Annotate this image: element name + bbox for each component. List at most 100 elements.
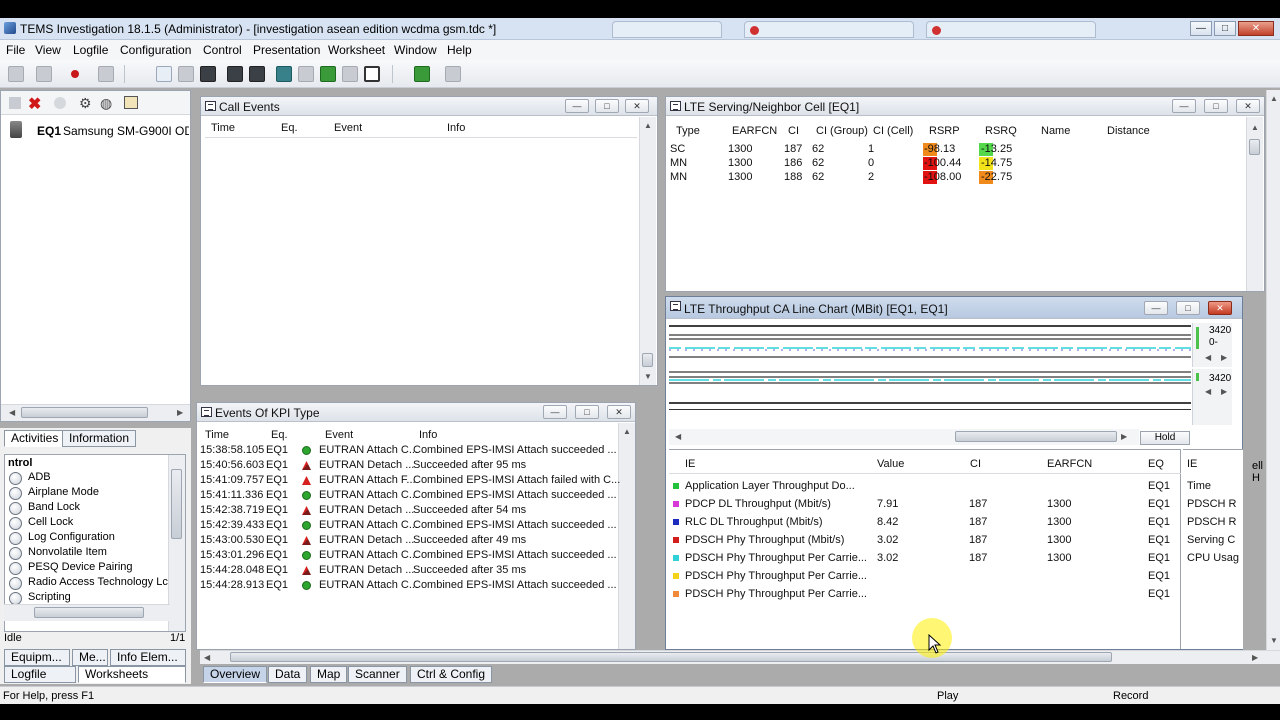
activity-item[interactable]: Log Configuration — [28, 531, 115, 543]
scroll-right-arrow[interactable]: ▶ — [1252, 653, 1258, 662]
col-info[interactable]: Info — [419, 429, 437, 441]
call-events-vscroll[interactable]: ▲ ▼ — [639, 117, 656, 385]
kpi-events-vscroll[interactable]: ▲ — [618, 423, 635, 649]
tab-overview[interactable]: Overview — [203, 666, 268, 683]
col-name[interactable]: Name — [1041, 125, 1070, 137]
excel-export-icon[interactable] — [414, 66, 430, 82]
properties-icon[interactable] — [124, 96, 138, 109]
col-earfcn[interactable]: EARFCN — [1047, 458, 1092, 470]
tab-data[interactable]: Data — [268, 666, 308, 683]
legend-right-arrow[interactable]: ▶ — [1221, 353, 1227, 362]
menu-control[interactable]: Control — [203, 43, 242, 57]
menu-view[interactable]: View — [35, 43, 61, 57]
col-type[interactable]: Type — [676, 125, 700, 137]
gear-icon[interactable]: ⚙ — [79, 95, 92, 112]
menu-worksheet[interactable]: Worksheet — [328, 43, 385, 57]
export-icon[interactable] — [98, 66, 114, 82]
minimize-button[interactable]: — — [1190, 21, 1212, 36]
activity-radio-icon[interactable] — [9, 562, 22, 575]
activity-item[interactable]: Radio Access Technology Lc — [28, 576, 168, 588]
menu-help[interactable]: Help — [447, 43, 472, 57]
col-time[interactable]: Time — [205, 429, 229, 441]
disconnect-icon[interactable]: ✖ — [28, 94, 41, 114]
scroll-up-arrow[interactable]: ▲ — [1270, 94, 1278, 103]
menu-file[interactable]: File — [6, 43, 25, 57]
scroll-left-arrow[interactable]: ◀ — [204, 653, 210, 662]
activity-radio-icon[interactable] — [9, 532, 22, 545]
close-button[interactable]: ✕ — [607, 405, 631, 419]
tab-scanner[interactable]: Scanner — [348, 666, 407, 683]
scroll-thumb[interactable] — [642, 353, 653, 367]
scroll-down-arrow[interactable]: ▼ — [1270, 636, 1278, 645]
col-ci-cell[interactable]: CI (Cell) — [873, 125, 913, 137]
green-panel-icon[interactable] — [320, 66, 336, 82]
save-icon[interactable] — [200, 66, 216, 82]
activities-hscroll[interactable] — [4, 604, 170, 621]
col-ie[interactable]: IE — [685, 458, 695, 470]
menu-presentation[interactable]: Presentation — [253, 43, 320, 57]
legend-right-arrow[interactable]: ▶ — [1221, 387, 1227, 396]
activity-item[interactable]: Scripting — [28, 591, 71, 603]
hold-button[interactable]: Hold — [1140, 431, 1190, 445]
col-distance[interactable]: Distance — [1107, 125, 1150, 137]
refresh-icon[interactable] — [54, 97, 66, 109]
open-worksheet-icon[interactable] — [178, 66, 194, 82]
activity-item[interactable]: Cell Lock — [28, 516, 73, 528]
activity-item[interactable]: ADB — [28, 471, 51, 483]
scroll-thumb[interactable] — [171, 469, 182, 539]
activity-item[interactable]: Airplane Mode — [28, 486, 99, 498]
scroll-thumb[interactable] — [955, 431, 1117, 442]
scroll-thumb[interactable] — [230, 652, 1112, 662]
menu-configuration[interactable]: Configuration — [120, 43, 191, 57]
activity-radio-icon[interactable] — [9, 472, 22, 485]
tab-ctrl-config[interactable]: Ctrl & Config — [410, 666, 493, 683]
activity-radio-icon[interactable] — [9, 502, 22, 515]
background-tab[interactable] — [926, 21, 1096, 38]
scroll-up-arrow[interactable]: ▲ — [623, 427, 631, 436]
activity-radio-icon[interactable] — [9, 577, 22, 590]
minimize-button[interactable]: — — [1144, 301, 1168, 315]
col-rsrp[interactable]: RSRP — [929, 125, 960, 137]
maximize-button[interactable]: □ — [575, 405, 599, 419]
col-ci[interactable]: CI — [788, 125, 799, 137]
play-icon[interactable] — [36, 66, 52, 82]
tab-logfile[interactable]: Logfile — [4, 666, 76, 683]
scroll-left-arrow[interactable]: ◀ — [675, 432, 681, 441]
workspace-hscroll[interactable]: ◀ ▶ — [200, 650, 1280, 664]
col-value[interactable]: Value — [877, 458, 904, 470]
tab-menu[interactable]: Me... — [72, 649, 108, 666]
print-icon[interactable] — [227, 66, 243, 82]
maximize-button[interactable]: □ — [595, 99, 619, 113]
background-tab[interactable] — [612, 21, 722, 38]
tab-worksheets[interactable]: Worksheets — [78, 666, 186, 683]
refresh-globe-icon[interactable] — [298, 66, 314, 82]
scroll-thumb[interactable] — [1249, 139, 1260, 155]
legend-left-arrow[interactable]: ◀ — [1205, 353, 1211, 362]
settings-icon[interactable] — [342, 66, 358, 82]
col-rsrq[interactable]: RSRQ — [985, 125, 1017, 137]
activities-vscroll[interactable] — [168, 455, 185, 631]
scroll-up-arrow[interactable]: ▲ — [644, 121, 652, 130]
close-button[interactable]: ✕ — [625, 99, 649, 113]
scroll-up-arrow[interactable]: ▲ — [1251, 123, 1259, 132]
maximize-button[interactable]: □ — [1204, 99, 1228, 113]
col-ie-side[interactable]: IE — [1187, 458, 1197, 470]
scroll-right-arrow[interactable]: ▶ — [1121, 432, 1127, 441]
col-info[interactable]: Info — [447, 122, 465, 134]
maximize-button[interactable]: □ — [1176, 301, 1200, 315]
col-eq[interactable]: Eq. — [281, 122, 298, 134]
tab-activities[interactable]: Activities — [4, 430, 66, 447]
col-eq[interactable]: EQ — [1148, 458, 1164, 470]
open-folder-icon[interactable] — [8, 66, 24, 82]
menu-logfile[interactable]: Logfile — [73, 43, 108, 57]
scroll-thumb[interactable] — [34, 607, 144, 618]
minimize-button[interactable]: — — [1172, 99, 1196, 113]
minimize-button[interactable]: — — [543, 405, 567, 419]
col-time[interactable]: Time — [211, 122, 235, 134]
tab-info-elements[interactable]: Info Elem... — [110, 649, 186, 666]
activity-item[interactable]: Band Lock — [28, 501, 80, 513]
window-frame-icon[interactable] — [364, 66, 380, 82]
col-event[interactable]: Event — [334, 122, 362, 134]
close-button[interactable]: ✕ — [1208, 301, 1232, 315]
col-eq[interactable]: Eq. — [271, 429, 288, 441]
